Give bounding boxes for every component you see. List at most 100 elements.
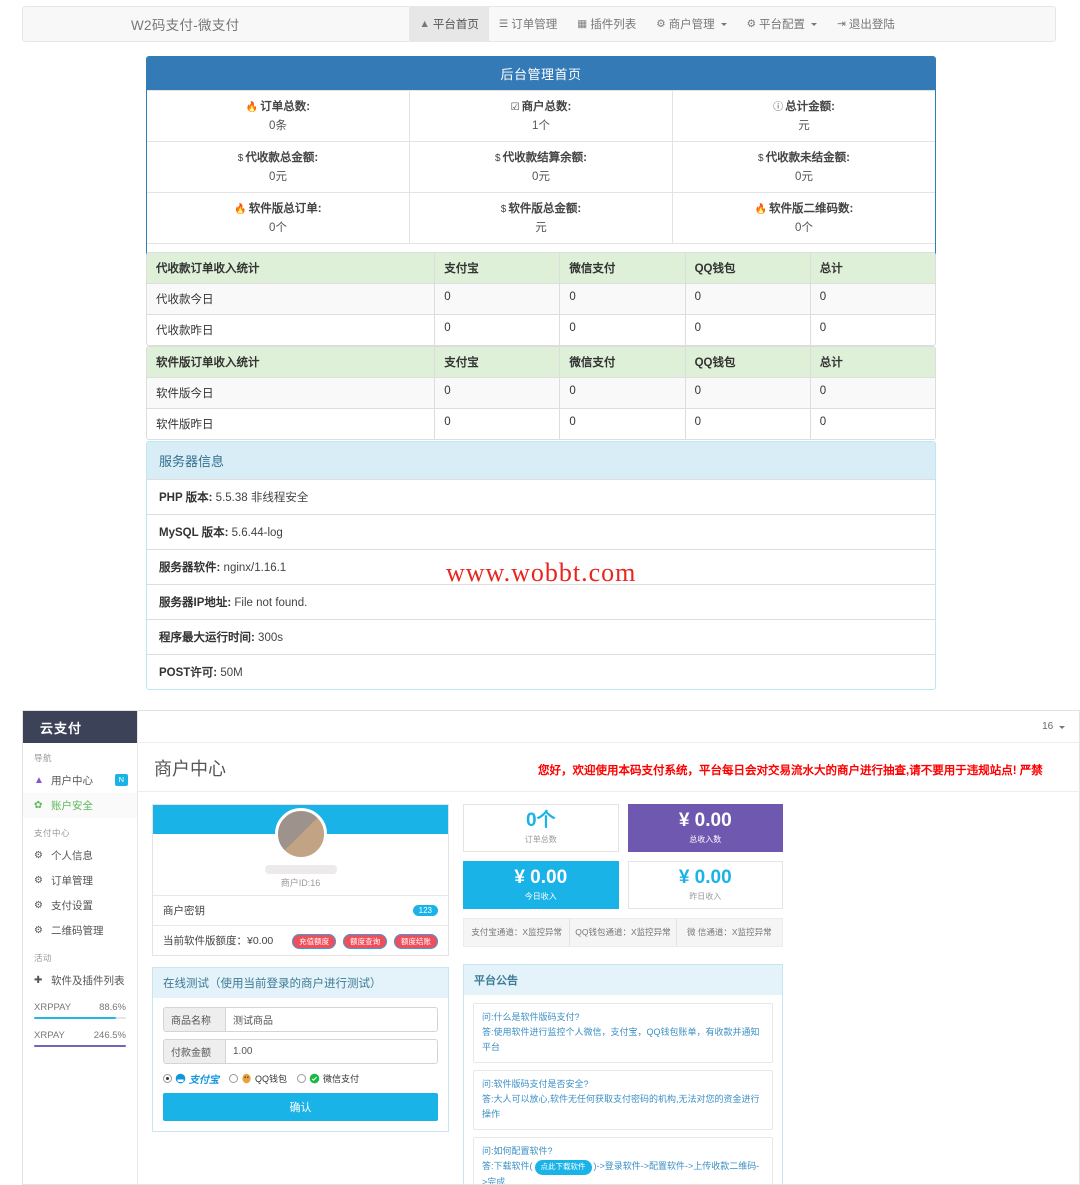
nav-item-platform-config[interactable]: ⚙ 平台配置 bbox=[737, 6, 827, 42]
table-cell: 0 bbox=[559, 315, 684, 345]
sidebar: 云支付 导航 ▲ 用户中心 N ✿ 账户安全 支付中心 ⚙ 个人信息 ⚙ 订单管… bbox=[23, 711, 138, 1184]
table-cell: 0 bbox=[559, 409, 684, 439]
dollar-icon: $ bbox=[237, 153, 244, 164]
stat-label: 软件版总金额: bbox=[508, 203, 582, 215]
meter-xrppay: XRPPAY 88.6% bbox=[23, 993, 137, 1021]
nav-item-home[interactable]: ▲ 平台首页 bbox=[409, 6, 489, 42]
sidebar-item-account-security[interactable]: ✿ 账户安全 bbox=[23, 793, 137, 818]
amount-input[interactable] bbox=[226, 1040, 437, 1063]
dollar-icon: $ bbox=[495, 153, 501, 164]
sidebar-logo[interactable]: 云支付 bbox=[23, 711, 137, 743]
fire-icon: 🔥 bbox=[245, 102, 259, 113]
sidebar-item-pay-settings[interactable]: ⚙ 支付设置 bbox=[23, 893, 137, 918]
kpi-label: 总收入数 bbox=[689, 835, 722, 844]
stat-value: 0元 bbox=[532, 171, 550, 183]
faq-answer: 答:下载软件(点此下载软件)->登录软件->配置软件->上传收款二维码->完成 bbox=[482, 1159, 764, 1184]
meter-value: 88.6% bbox=[99, 1002, 126, 1013]
server-info-row-maxtime: 程序最大运行时间: 300s bbox=[147, 619, 935, 654]
product-name-field-group: 商品名称 bbox=[163, 1007, 438, 1032]
stat-row: $ 代收款总金额: 0元 $ 代收款结算余额: 0元 $ 代收款未结金额: 0元 bbox=[147, 141, 935, 192]
quota-row: 当前软件版额度：¥0.00 充值额度 额度查询 额度结账 bbox=[153, 925, 448, 955]
plugin-icon: ✚ bbox=[34, 975, 43, 986]
table-cell: 0 bbox=[434, 378, 559, 408]
sidebar-item-label: 用户中心 bbox=[51, 775, 93, 787]
product-name-label: 商品名称 bbox=[164, 1008, 226, 1031]
confirm-button[interactable]: 确认 bbox=[163, 1093, 438, 1121]
sidebar-item-label: 订单管理 bbox=[51, 875, 93, 887]
server-info-value: nginx/1.16.1 bbox=[223, 562, 287, 574]
faq-question: 问:如何配置软件? bbox=[482, 1145, 553, 1156]
announcement-panel: 平台公告 问:什么是软件版码支付? 答:使用软件进行监控个人微信，支付宝，QQ钱… bbox=[463, 963, 783, 1184]
stat-label: 订单总数: bbox=[260, 101, 311, 113]
online-test-panel: 在线测试（使用当前登录的商户进行测试） 商品名称 付款金额 bbox=[152, 967, 449, 1132]
merchant-content: 16 商户中心 您好，欢迎使用本码支付系统，平台每日会对交易流水大的商户进行抽查… bbox=[138, 711, 1079, 1184]
table-cell: 0 bbox=[434, 409, 559, 439]
user-menu-label: 16 bbox=[1042, 721, 1054, 732]
user-menu[interactable]: 16 bbox=[1042, 721, 1065, 732]
server-info-row-php: PHP 版本: 5.5.38 非线程安全 bbox=[147, 479, 935, 514]
meter-name: XRPAY bbox=[34, 1030, 65, 1041]
radio-alipay[interactable]: 支付宝 bbox=[163, 1071, 219, 1086]
settle-quota-button[interactable]: 额度结账 bbox=[394, 933, 438, 949]
column-header: 支付宝 bbox=[434, 253, 559, 283]
meter-track bbox=[34, 1045, 126, 1047]
chevron-down-icon bbox=[1059, 726, 1065, 729]
table-cell: 0 bbox=[809, 409, 935, 439]
download-software-button[interactable]: 点此下载软件 bbox=[534, 1159, 592, 1175]
merchant-key-badge[interactable]: 123 bbox=[412, 905, 438, 916]
table-cell: 代收款昨日 bbox=[156, 325, 214, 337]
stat-row: 🔥 软件版总订单: 0个 $ 软件版总金额: 元 🔥 软件版二维码数: 0个 bbox=[147, 192, 935, 243]
product-name-input[interactable] bbox=[226, 1008, 437, 1031]
amount-label: 付款金额 bbox=[164, 1040, 226, 1063]
nav-item-logout[interactable]: ⇥ 退出登陆 bbox=[827, 6, 905, 42]
server-info-value: 5.6.44-log bbox=[231, 527, 283, 539]
kpi-value: ¥ 0.00 bbox=[678, 867, 732, 888]
gear-icon: ⚙ bbox=[34, 850, 43, 861]
sidebar-item-personal-info[interactable]: ⚙ 个人信息 bbox=[23, 843, 137, 868]
server-info-label: MySQL 版本: bbox=[159, 527, 229, 539]
stat-cell-soft-orders: 🔥 软件版总订单: 0个 bbox=[147, 193, 409, 243]
page-title: 商户中心 bbox=[154, 759, 226, 779]
gear-icon: ⚙ bbox=[746, 18, 757, 30]
quota-actions: 充值额度 额度查询 额度结账 bbox=[288, 933, 438, 949]
faq-answer-prefix: 答:下载软件( bbox=[482, 1160, 533, 1171]
server-info-label: 程序最大运行时间: bbox=[159, 632, 255, 644]
channel-status-row: 支付宝通道：X监控异常 QQ钱包通道：X监控异常 微 信通道：X监控异常 bbox=[463, 918, 783, 947]
recharge-quota-button[interactable]: 充值额度 bbox=[292, 933, 337, 949]
nav-item-orders[interactable]: ☰ 订单管理 bbox=[489, 6, 567, 42]
table-cell: 0 bbox=[809, 378, 935, 408]
meter-track bbox=[34, 1017, 126, 1019]
table-cell: 0 bbox=[559, 284, 684, 314]
server-info-value: File not found. bbox=[234, 597, 308, 609]
avatar[interactable] bbox=[274, 808, 327, 860]
sidebar-item-qrcode-management[interactable]: ⚙ 二维码管理 bbox=[23, 918, 137, 943]
gear-icon: ⚙ bbox=[34, 875, 43, 886]
stat-cell-soft-amount: $ 软件版总金额: 元 bbox=[409, 193, 672, 243]
radio-wechatpay[interactable]: 微信支付 bbox=[297, 1072, 359, 1085]
column-header: 代收款订单收入统计 bbox=[156, 263, 260, 275]
alipay-icon bbox=[175, 1073, 186, 1084]
server-info-value: 300s bbox=[258, 632, 283, 644]
navbar-brand[interactable]: W2码支付-微支付 bbox=[131, 14, 239, 34]
sidebar-item-user-center[interactable]: ▲ 用户中心 N bbox=[23, 768, 137, 793]
merchant-body: 商户ID:16 商户密钥 123 当前软件版额度：¥0.00 充值额度 额度查询… bbox=[138, 792, 1079, 1184]
nav-item-plugins[interactable]: ▦ 插件列表 bbox=[567, 6, 646, 42]
merchant-topbar: 16 bbox=[138, 711, 1079, 743]
query-quota-button[interactable]: 额度查询 bbox=[343, 933, 388, 949]
fire-icon: 🔥 bbox=[234, 204, 247, 215]
page-title-bar: 商户中心 您好，欢迎使用本码支付系统，平台每日会对交易流水大的商户进行抽查,请不… bbox=[138, 743, 1079, 792]
server-info-label: POST许可: bbox=[159, 667, 218, 679]
sidebar-item-order-management[interactable]: ⚙ 订单管理 bbox=[23, 868, 137, 893]
sidebar-item-plugin-list[interactable]: ✚ 软件及插件列表 bbox=[23, 968, 137, 993]
column-header: 软件版订单收入统计 bbox=[156, 357, 260, 369]
payment-method-radios: 支付宝 QQ钱包 微信支付 bbox=[163, 1071, 438, 1086]
kpi-card-today-income: ¥ 0.00 今日收入 bbox=[463, 861, 619, 909]
faq-answer: 答:使用软件进行监控个人微信，支付宝，QQ钱包账单，有收款并通知平台 bbox=[482, 1027, 760, 1053]
nav-item-merchant-admin[interactable]: ⚙ 商户管理 bbox=[646, 6, 736, 42]
sidebar-item-label: 账户安全 bbox=[51, 800, 93, 812]
merchant-id: 商户ID:16 bbox=[280, 878, 321, 888]
stat-cell-total-orders: 🔥 订单总数: 0条 bbox=[147, 91, 409, 141]
radio-qqwallet[interactable]: QQ钱包 bbox=[229, 1072, 287, 1085]
channel-status-wechat: 微 信通道：X监控异常 bbox=[675, 919, 782, 946]
nav-item-label: 平台配置 bbox=[759, 19, 806, 31]
